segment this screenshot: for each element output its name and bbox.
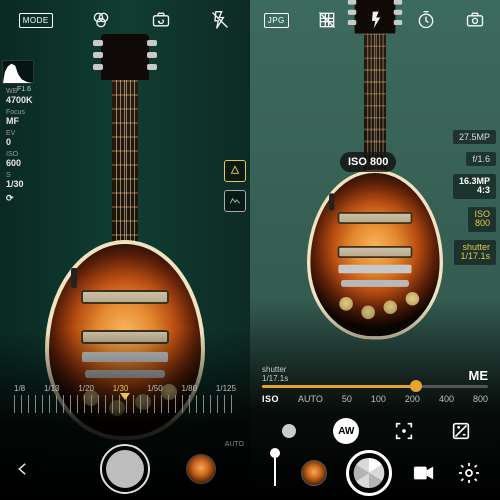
timer-icon[interactable] xyxy=(415,9,437,31)
readout-resolution[interactable]: 16.3MP4:3 xyxy=(453,174,496,199)
iso-scale[interactable]: ISO AUTO 50 100 200 400 800 xyxy=(262,394,488,404)
exposure-comp-button[interactable] xyxy=(448,418,474,444)
shutter-button-left[interactable] xyxy=(100,444,150,494)
readout-aperture[interactable]: f/1.6 xyxy=(466,152,496,166)
color-swatch-button[interactable] xyxy=(276,418,302,444)
histogram-label: F1.6 xyxy=(17,86,31,93)
mode-button[interactable]: MODE xyxy=(19,13,53,28)
iso-stop[interactable]: AUTO xyxy=(298,394,323,404)
bottom-bar-left: 1/81/131/201/301/501/801/125 AUTO xyxy=(0,380,250,500)
overlay-toggle[interactable] xyxy=(224,190,246,212)
focus-peaking-toggle[interactable] xyxy=(224,160,246,182)
readout-megapixels[interactable]: 27.5MP xyxy=(453,130,496,144)
ruler-ticks[interactable] xyxy=(14,395,236,413)
readout-focus[interactable]: FocusMF xyxy=(2,109,34,126)
readout-shutter-right[interactable]: shutter1/17.1s xyxy=(454,240,496,265)
exposure-slider-handle[interactable] xyxy=(410,380,422,392)
iso-tooltip: ISO 800 xyxy=(340,152,396,172)
auto-white-balance-button[interactable]: AW xyxy=(333,418,359,444)
fx-row: AW xyxy=(250,418,500,444)
focus-mode-button[interactable] xyxy=(391,418,417,444)
ruler-stop[interactable]: 1/125 xyxy=(216,384,236,393)
readout-shutter[interactable]: S1/30 xyxy=(2,172,34,189)
slider-right-label[interactable]: ME xyxy=(469,368,489,383)
right-side-readouts: 27.5MP f/1.6 16.3MP4:3 ISO800 shutter1/1… xyxy=(453,130,496,265)
mode-indicator[interactable] xyxy=(268,450,282,496)
slider-area: shutter1/17.1s ME ISO AUTO 50 100 200 400 800 xyxy=(250,366,500,404)
flash-icon[interactable] xyxy=(366,9,388,31)
right-tool-stack-left xyxy=(224,160,246,212)
ruler-stop[interactable]: 1/50 xyxy=(147,384,163,393)
readout-iso-right[interactable]: ISO800 xyxy=(468,207,496,232)
flash-off-icon[interactable] xyxy=(209,9,231,31)
iso-stop[interactable]: 400 xyxy=(439,394,454,404)
exposure-slider[interactable] xyxy=(262,385,488,388)
filters-icon[interactable] xyxy=(90,9,112,31)
settings-button[interactable] xyxy=(456,460,482,486)
iso-stop[interactable]: 100 xyxy=(371,394,386,404)
switch-camera-icon[interactable] xyxy=(150,9,172,31)
ruler-pointer[interactable] xyxy=(120,393,130,400)
video-button[interactable] xyxy=(411,460,437,486)
histogram: F1.6 xyxy=(2,60,34,84)
iso-stop[interactable]: 200 xyxy=(405,394,420,404)
readout-iso[interactable]: ISO600 xyxy=(2,151,34,168)
format-button[interactable]: JPG xyxy=(264,13,289,28)
gallery-thumbnail-right[interactable] xyxy=(301,460,327,486)
ruler-stop[interactable]: 1/13 xyxy=(44,384,60,393)
top-toolbar-left: MODE xyxy=(0,6,250,34)
iso-stop[interactable]: 50 xyxy=(342,394,352,404)
slider-left-label: shutter1/17.1s xyxy=(262,366,288,383)
readout-ev[interactable]: EV0 xyxy=(2,130,34,147)
iso-stop[interactable]: 800 xyxy=(473,394,488,404)
exposure-slider-fill xyxy=(262,385,416,388)
grid-off-icon[interactable] xyxy=(316,9,338,31)
gallery-thumbnail-left[interactable] xyxy=(186,454,216,484)
camera-right-pane: JPG 27.5MP f/1.6 16.3MP4:3 ISO800 shutte… xyxy=(250,0,500,500)
camera-left-pane: MODE F1.6 WB4700K FocusMF EV0 ISO600 S1/… xyxy=(0,0,250,500)
ruler-stop[interactable]: 1/80 xyxy=(182,384,198,393)
shutter-button-right[interactable] xyxy=(346,450,392,496)
side-readout: F1.6 WB4700K FocusMF EV0 ISO600 S1/30 ⟳ xyxy=(2,60,34,204)
top-toolbar-right: JPG xyxy=(250,6,500,34)
readout-reset[interactable]: ⟳ xyxy=(2,193,34,204)
shutter-ruler[interactable]: 1/8 1/13 1/20 1/30 1/50 1/80 1/125 xyxy=(0,384,250,422)
back-button[interactable] xyxy=(14,460,32,478)
ruler-stop[interactable]: 1/8 xyxy=(14,384,25,393)
ruler-stop[interactable]: 1/30 xyxy=(113,384,129,393)
ruler-labels: 1/8 1/13 1/20 1/30 1/50 1/80 1/125 xyxy=(0,384,250,393)
iso-row-head: ISO xyxy=(262,394,279,404)
ruler-stop[interactable]: 1/20 xyxy=(78,384,94,393)
switch-camera-icon-right[interactable] xyxy=(464,9,486,31)
bottom-bar-right xyxy=(250,450,500,496)
